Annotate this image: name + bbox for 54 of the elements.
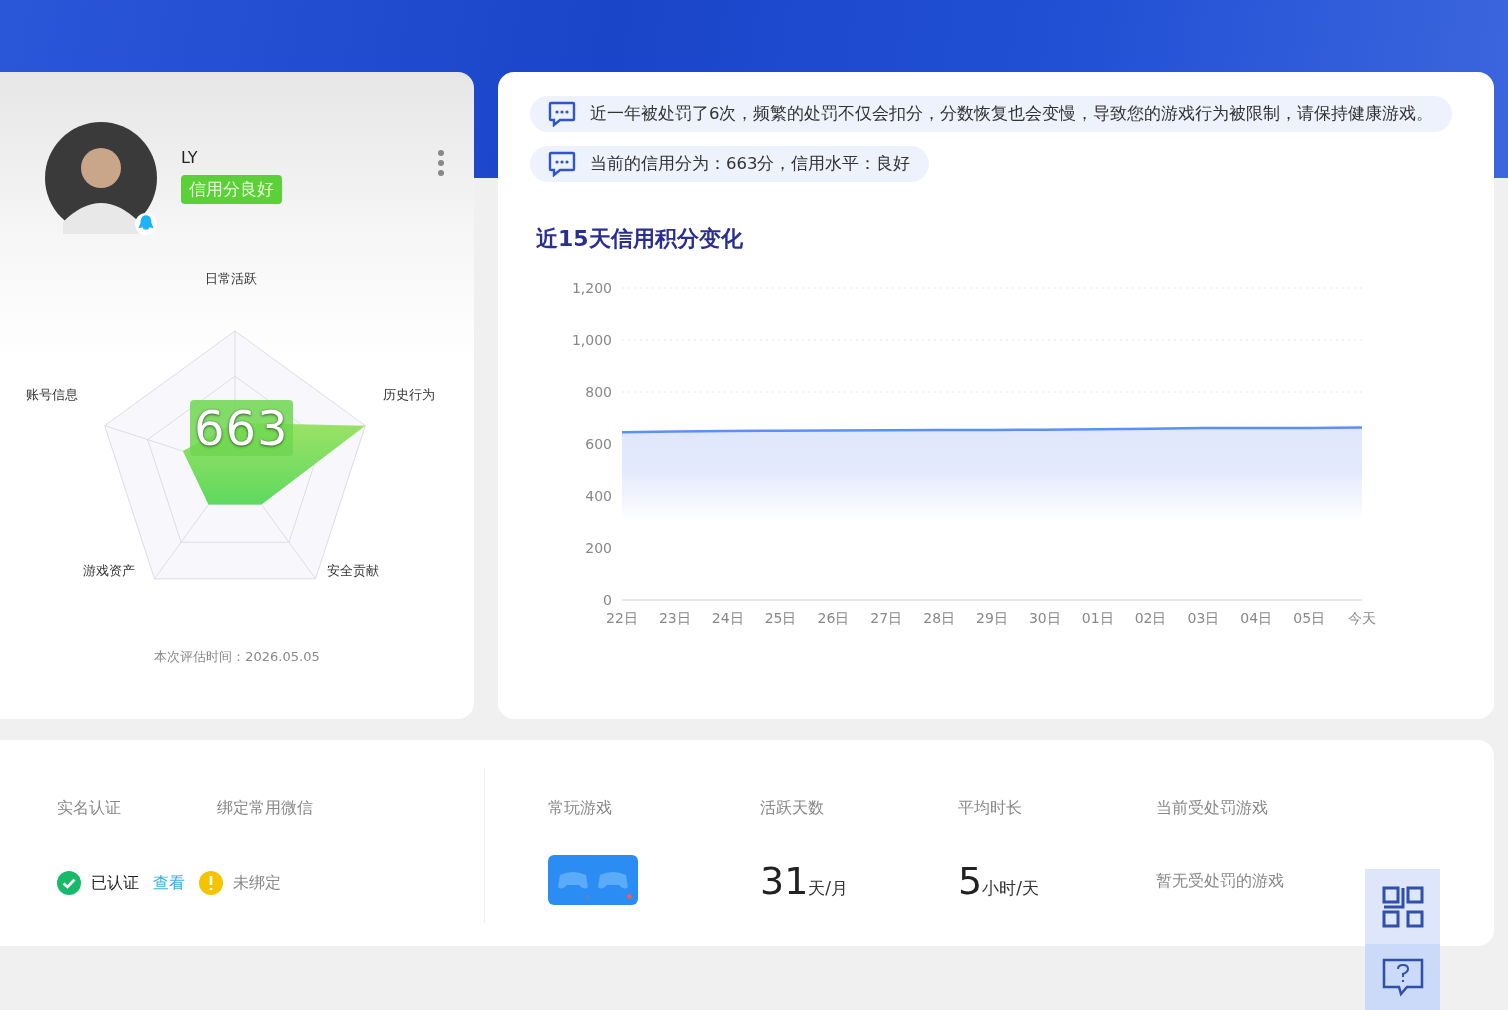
x-axis-label: 25日	[764, 610, 797, 626]
column-label: 当前受处罚游戏	[1156, 798, 1269, 819]
column-label: 活跃天数	[760, 798, 825, 819]
radar-label: 账号信息	[26, 386, 78, 404]
stat-value: 31	[760, 859, 809, 903]
radar-label: 游戏资产	[83, 562, 135, 580]
x-axis-label: 27日	[870, 610, 903, 626]
column-label: 绑定常用微信	[217, 798, 313, 819]
verification-status: 已认证	[91, 872, 139, 894]
avatar-icon	[45, 122, 157, 234]
x-axis-label: 04日	[1240, 610, 1273, 626]
column-label: 常玩游戏	[548, 798, 613, 819]
y-axis-label: 800	[585, 384, 612, 400]
radar-label: 安全贡献	[327, 562, 379, 580]
y-axis-label: 200	[585, 540, 612, 556]
penguin-icon	[135, 212, 157, 236]
column-label: 平均时长	[958, 798, 1023, 819]
binding-status: 未绑定	[233, 872, 281, 894]
x-axis-label: 01日	[1081, 610, 1114, 626]
user-name: LY	[181, 148, 198, 167]
y-axis-label: 600	[585, 436, 612, 452]
x-axis-label: 05日	[1293, 610, 1326, 626]
column-label: 实名认证	[57, 798, 122, 819]
x-axis-label: 29日	[976, 610, 1008, 626]
penalty-text: 暂无受处罚的游戏	[1156, 871, 1284, 892]
x-axis-label: 02日	[1134, 610, 1167, 626]
x-axis-label: 22日	[606, 610, 638, 626]
radar-label: 日常活跃	[205, 270, 257, 288]
credit-score: 663	[190, 400, 293, 456]
x-axis-label: 30日	[1028, 610, 1061, 626]
x-axis-label: 28日	[923, 610, 956, 626]
chart-title: 近15天信用积分变化	[536, 225, 744, 253]
evaluation-time: 本次评估时间：2026.05.05	[153, 648, 321, 666]
message-icon	[548, 151, 576, 177]
notice-text: 近一年被处罚了6次，频繁的处罚不仅会扣分，分数恢复也会变慢，导致您的游戏行为被限制，请保持健康游戏。	[590, 103, 1434, 125]
stat-unit: 天/月	[808, 877, 849, 900]
view-link[interactable]: 查看	[153, 872, 185, 894]
message-icon	[548, 101, 576, 127]
y-axis-label: 1,000	[571, 332, 612, 348]
y-axis-label: 1,200	[571, 280, 612, 296]
credit-badge: 信用分良好	[181, 175, 282, 204]
radar-label: 历史行为	[383, 386, 435, 404]
x-axis-label: 23日	[658, 610, 691, 626]
notice-text: 当前的信用分为：663分，信用水平：良好	[590, 153, 911, 175]
x-axis-label: 今天	[1348, 610, 1376, 626]
stat-unit: 小时/天	[982, 877, 1039, 900]
qr-code-icon[interactable]	[1365, 869, 1440, 944]
x-axis-label: 26日	[817, 610, 850, 626]
stat-value: 5	[958, 859, 983, 903]
x-axis-label: 03日	[1187, 610, 1220, 626]
x-axis-label: 24日	[711, 610, 744, 626]
y-axis-label: 400	[585, 488, 612, 504]
help-icon[interactable]	[1365, 944, 1440, 1010]
y-axis-label: 0	[603, 592, 612, 608]
